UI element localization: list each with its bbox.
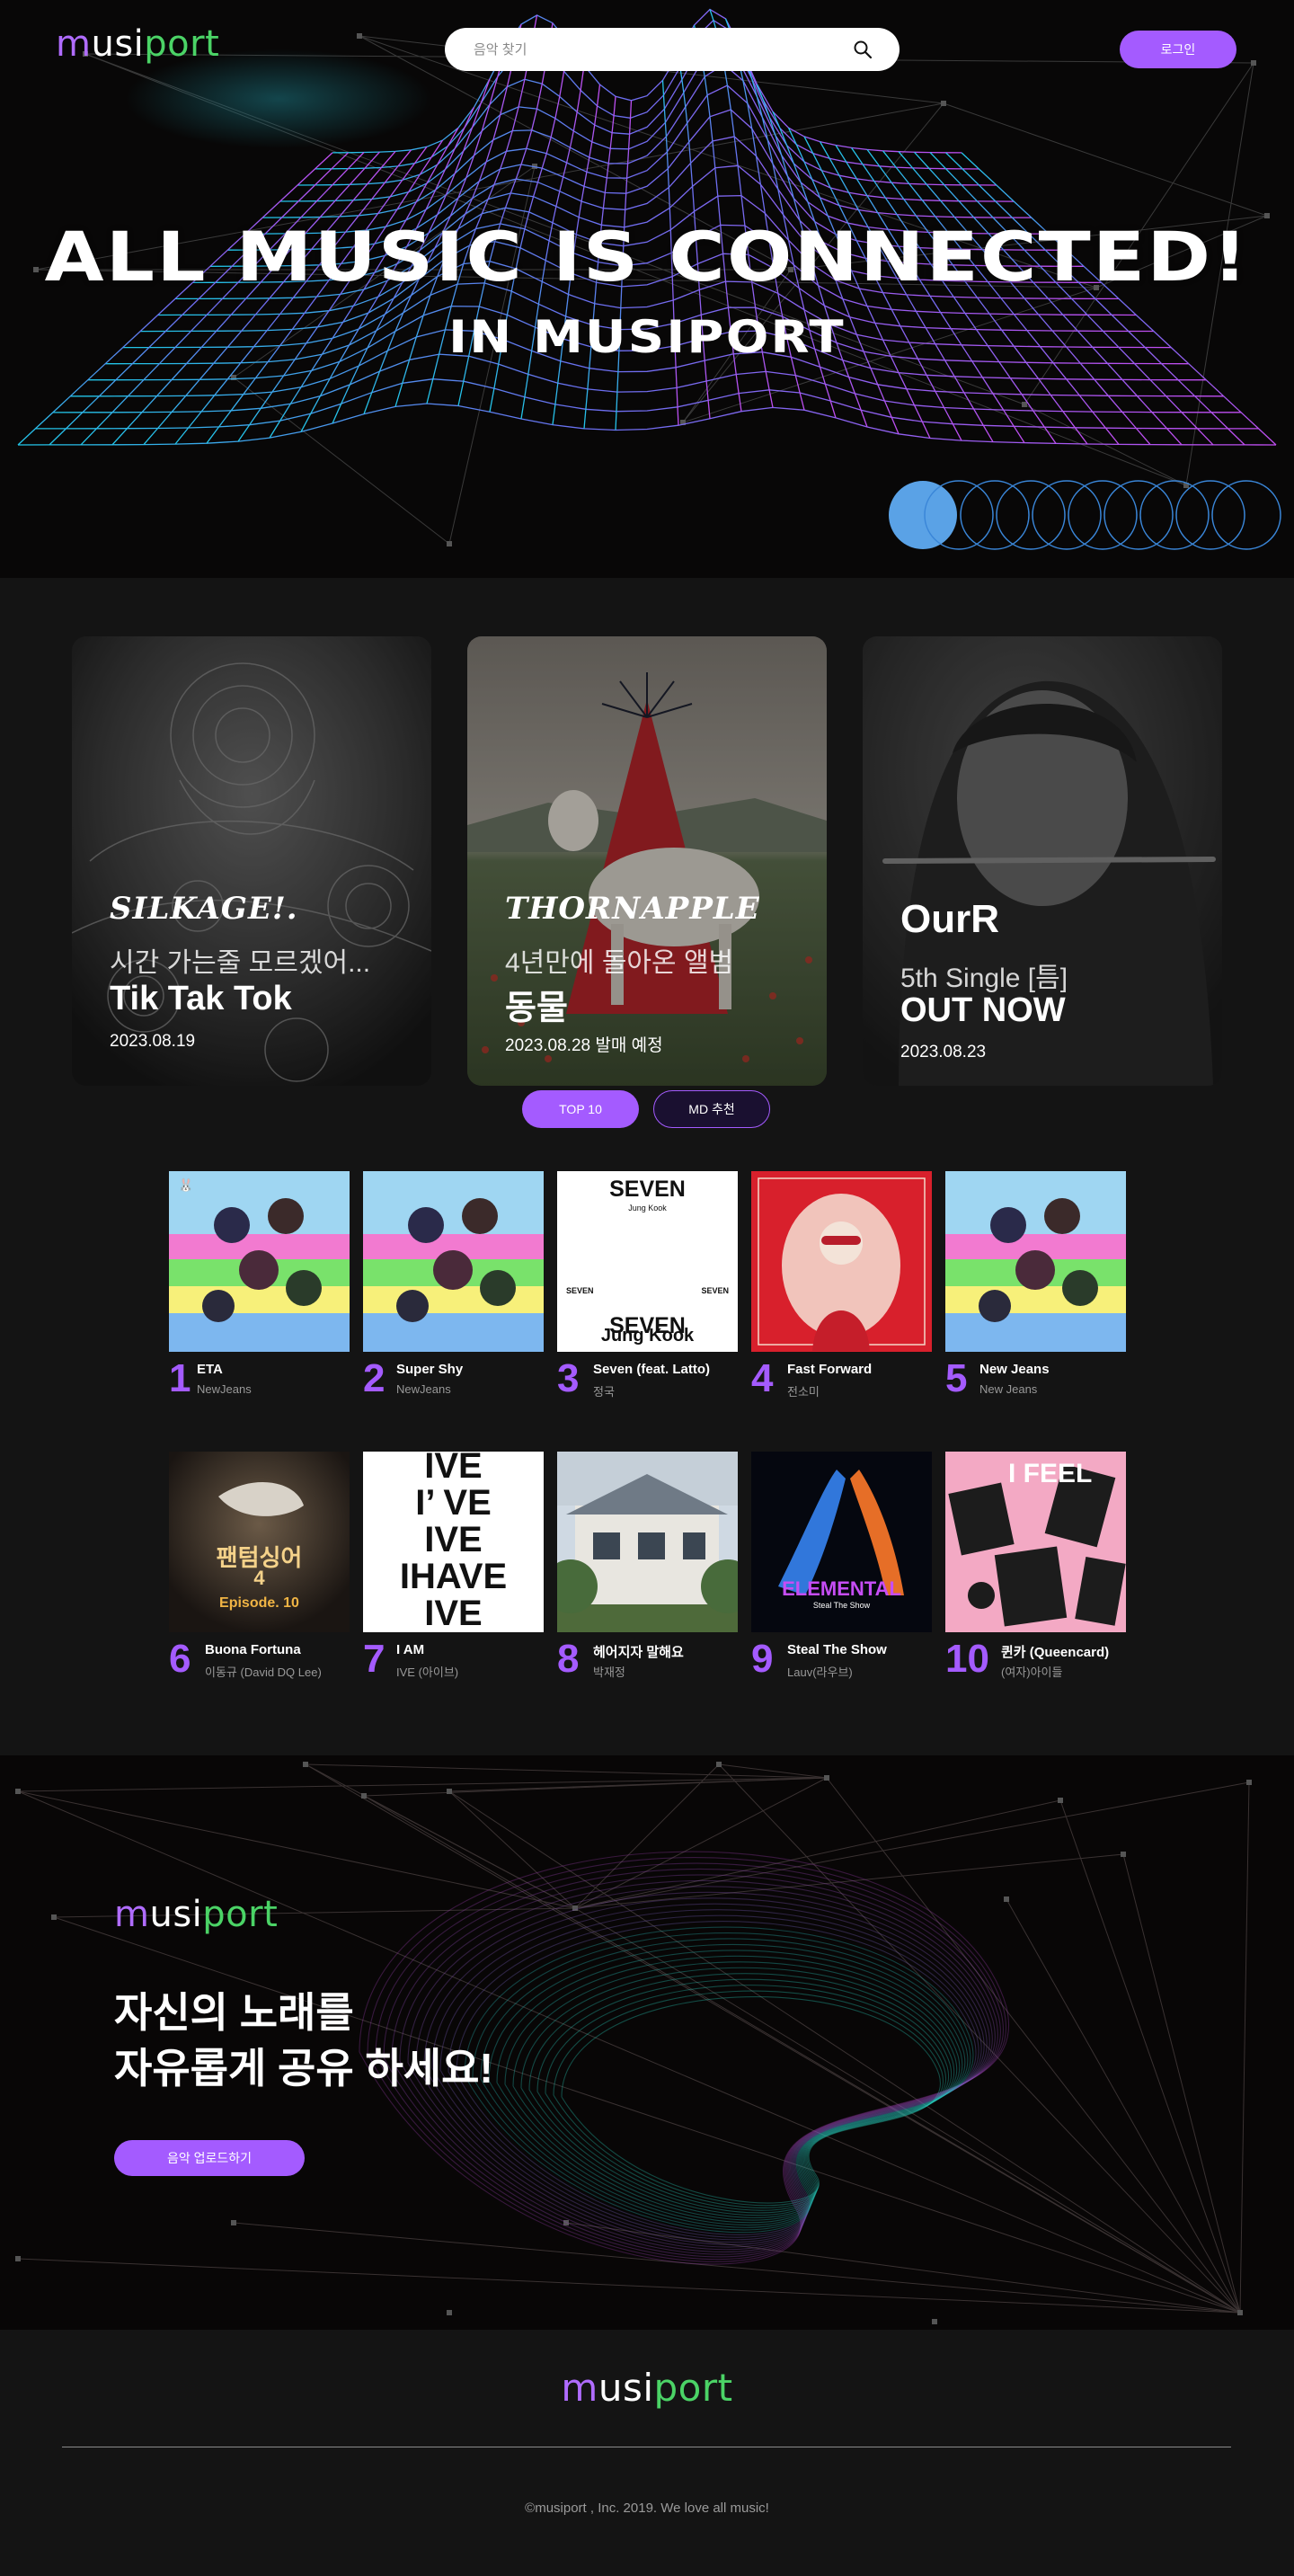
card-title: 동물 xyxy=(505,990,568,1027)
chart-section: TOP 10 MD 추천 🐰 1 ETA NewJeans 2 Super Sh… xyxy=(0,1090,1294,1755)
track-title: New Jeans xyxy=(979,1362,1050,1377)
rank-number: 3 xyxy=(557,1356,580,1400)
track-title: Seven (feat. Latto) xyxy=(593,1362,711,1377)
cover-text: I FEEL xyxy=(1008,1459,1093,1488)
footer-copyright: ©musiport , Inc. 2019. We love all music… xyxy=(525,2500,769,2516)
album-cover-breakup xyxy=(557,1452,738,1632)
rank-number: 6 xyxy=(169,1637,191,1681)
rank-number: 8 xyxy=(557,1637,580,1681)
tab-md-recommend[interactable]: MD 추천 xyxy=(653,1090,770,1128)
cover-text: IVE I’ VE IVE IHAVE IVE xyxy=(399,1452,508,1632)
cover-text: Jung Kook xyxy=(600,1326,695,1346)
rank-number: 5 xyxy=(945,1356,968,1400)
svg-text:🐰: 🐰 xyxy=(178,1177,193,1193)
track-title: Buona Fortuna xyxy=(205,1642,301,1657)
track-artist: IVE (아이브) xyxy=(396,1666,459,1679)
search-icon[interactable] xyxy=(853,40,873,59)
card-tagline: 5th Single [틈] xyxy=(900,964,1068,993)
featured-albums: SILKAGE!. 시간 가는줄 모르겠어... Tik Tak Tok 202… xyxy=(0,578,1294,1090)
card-title: Tik Tak Tok xyxy=(110,980,292,1017)
featured-card-thornapple[interactable]: THORNAPPLE 4년만에 돌아온 앨범 동물 2023.08.28 발매 … xyxy=(467,636,827,1086)
card-tagline: 4년만에 돌아온 앨범 xyxy=(505,948,734,978)
card-tagline: 시간 가는줄 모르겠어... xyxy=(110,948,371,978)
card-date: 2023.08.28 발매 예정 xyxy=(505,1036,663,1055)
rank-number: 7 xyxy=(363,1637,386,1681)
album-cover-super-shy xyxy=(363,1171,544,1352)
card-title: OUT NOW xyxy=(900,991,1066,1029)
cover-text: ELEMENTAL xyxy=(782,1577,901,1600)
album-cover-steal-the-show: ELEMENTAL Steal The Show xyxy=(751,1452,932,1632)
track-artist: 이동규 (David DQ Lee) xyxy=(205,1666,322,1679)
track-artist: NewJeans xyxy=(396,1382,451,1396)
upload-promo-section: musiport 자신의 노래를 자유롭게 공유 하세요! 음악 업로드하기 xyxy=(0,1755,1294,2330)
track-artist: 전소미 xyxy=(787,1385,820,1399)
tab-top10[interactable]: TOP 10 xyxy=(522,1090,639,1128)
track-title: ETA xyxy=(197,1362,223,1377)
track-artist: Lauv(라우브) xyxy=(787,1666,853,1679)
track-title: 퀸카 (Queencard) xyxy=(1001,1645,1110,1660)
track-title: Steal The Show xyxy=(787,1642,887,1657)
track-title: I AM xyxy=(396,1642,425,1657)
rank-number: 4 xyxy=(751,1356,774,1400)
cover-text: SEVEN xyxy=(609,1177,686,1202)
rank-number: 1 xyxy=(169,1356,191,1400)
logo-part-port: port xyxy=(144,23,220,65)
card-date: 2023.08.23 xyxy=(900,1043,987,1061)
album-art-silkage xyxy=(72,636,431,1086)
album-cover-eta: 🐰 xyxy=(169,1171,350,1352)
top-nav: musiport 로그인 xyxy=(0,0,1294,99)
track-title: Super Shy xyxy=(396,1362,464,1377)
album-cover-seven: SEVEN Jung Kook SEVEN SEVEN SEVEN Jung K… xyxy=(557,1171,738,1352)
album-cover-buona-fortuna: 팬텀싱어 4 Episode. 10 xyxy=(169,1452,350,1632)
track-artist: 박재정 xyxy=(593,1666,625,1679)
rank-number: 2 xyxy=(363,1356,386,1400)
featured-card-silkage[interactable]: SILKAGE!. 시간 가는줄 모르겠어... Tik Tak Tok 202… xyxy=(72,636,431,1086)
login-button[interactable]: 로그인 xyxy=(1120,31,1236,68)
card-artist-brand: OurR xyxy=(900,897,999,941)
track-artist: (여자)아이들 xyxy=(1001,1666,1063,1679)
featured-card-ourr[interactable]: OurR 5th Single [틈] OUT NOW 2023.08.23 xyxy=(863,636,1222,1086)
upload-music-button[interactable]: 음악 업로드하기 xyxy=(114,2140,305,2176)
cover-text: Jung Kook xyxy=(628,1204,667,1212)
rank-number: 9 xyxy=(751,1637,774,1681)
promo-heading-line1: 자신의 노래를 xyxy=(114,1989,354,2036)
logo-part-m: m xyxy=(56,23,92,65)
footer-logo[interactable]: musiport xyxy=(0,2366,1294,2410)
track-title: Fast Forward xyxy=(787,1362,873,1377)
album-cover-fast-forward xyxy=(751,1171,932,1352)
promo-logo: musiport xyxy=(114,1894,279,1935)
track-title: 헤어지자 말해요 xyxy=(593,1645,684,1660)
track-artist: NewJeans xyxy=(197,1382,252,1396)
cover-text: 4 xyxy=(253,1567,265,1589)
album-cover-new-jeans xyxy=(945,1171,1126,1352)
cover-text: Steal The Show xyxy=(812,1601,871,1610)
cover-text: Episode. 10 xyxy=(219,1595,299,1611)
hero-title: ALL MUSIC IS CONNECTED! xyxy=(44,217,1250,297)
track-artist: 정국 xyxy=(593,1385,615,1399)
logo-part-usi: usi xyxy=(91,23,145,65)
album-cover-i-am: IVE I’ VE IVE IHAVE IVE xyxy=(363,1452,544,1632)
card-artist-brand: SILKAGE!. xyxy=(110,891,298,927)
musiport-logo[interactable]: musiport xyxy=(56,23,219,65)
promo-heading-line2: 자유롭게 공유 하세요! xyxy=(114,2045,493,2092)
card-date: 2023.08.19 xyxy=(110,1032,196,1051)
hero-subtitle: IN MUSIPORT xyxy=(448,311,846,363)
card-artist-brand: THORNAPPLE xyxy=(505,891,760,927)
search-bar xyxy=(445,28,900,71)
rank-number: 10 xyxy=(945,1637,989,1681)
cover-text: SEVEN xyxy=(566,1286,594,1295)
album-cover-queencard: I FEEL xyxy=(945,1452,1126,1632)
track-artist: New Jeans xyxy=(979,1382,1038,1396)
promo-heading: 자신의 노래를 자유롭게 공유 하세요! xyxy=(114,1985,493,2096)
footer: musiport ©musiport , Inc. 2019. We love … xyxy=(0,2330,1294,2553)
search-input[interactable] xyxy=(474,28,833,71)
cover-text: SEVEN xyxy=(701,1286,729,1295)
hero-section: musiport 로그인 ALL MUSIC IS CONNECTED! IN … xyxy=(0,0,1294,578)
